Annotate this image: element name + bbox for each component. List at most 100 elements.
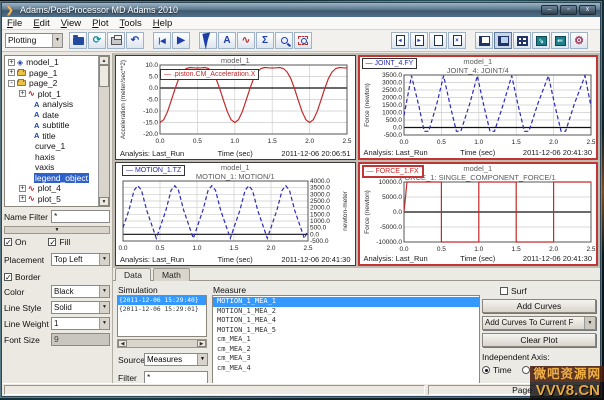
layout-grid-2x2-button[interactable] [513, 32, 531, 49]
tree-item-plot_1[interactable]: +∿plot_1 [6, 89, 97, 100]
settings-gear-button[interactable]: ⚙ [570, 32, 588, 49]
menu-file[interactable]: File [7, 18, 22, 29]
print-button[interactable] [107, 32, 125, 49]
page-next-button[interactable]: ▸ [410, 32, 428, 49]
mode-dropdown[interactable]: Plotting ▼ [5, 33, 63, 48]
measure-item[interactable]: cm_MEA_2 [213, 345, 479, 355]
layout-import-button[interactable]: ⇘ [532, 32, 550, 49]
undo-curve-button[interactable]: ↶ [126, 32, 144, 49]
page-delete-button[interactable]: × [448, 32, 466, 49]
measure-item[interactable]: MOTION_1_MEA_1 [213, 297, 479, 307]
scroll-thumb[interactable] [99, 65, 109, 87]
color-dropdown[interactable]: Black ▼ [51, 285, 110, 298]
data-radio[interactable] [522, 366, 530, 374]
clear-plot-button[interactable]: Clear Plot [482, 333, 596, 347]
chevron-down-icon[interactable]: ▼ [584, 317, 595, 329]
tab-math[interactable]: Math [153, 268, 190, 281]
chevron-down-icon[interactable]: ▼ [99, 302, 109, 313]
fill-checkbox[interactable]: ✓ [48, 238, 56, 246]
zoom-area-button[interactable] [294, 32, 312, 49]
measure-item[interactable]: cm_MEA_1 [213, 335, 479, 345]
tree-item-subtitle[interactable]: Asubtitle [6, 120, 97, 131]
minimize-button[interactable]: – [541, 5, 558, 15]
close-button[interactable]: x [579, 5, 596, 15]
scroll-right-icon[interactable]: ▶ [197, 340, 206, 347]
tree-item-analysis[interactable]: Aanalysis [6, 99, 97, 110]
simulation-item[interactable]: {2011-12-06 15:29:01} [118, 305, 206, 314]
tree-expander-icon[interactable]: - [8, 80, 15, 87]
page-new-button[interactable] [429, 32, 447, 49]
border-checkbox[interactable]: ✓ [4, 273, 12, 281]
menu-plot[interactable]: Plot [92, 18, 108, 29]
curve-edit-button[interactable]: ∿ [237, 32, 255, 49]
layout-single-button[interactable] [475, 32, 493, 49]
animation-play-button[interactable]: ▶ [172, 32, 190, 49]
tree-item-model_1[interactable]: +◈model_1 [6, 57, 97, 68]
menu-edit[interactable]: Edit [33, 18, 49, 29]
chevron-down-icon[interactable]: ▼ [99, 254, 109, 265]
zoom-select-button[interactable] [275, 32, 293, 49]
curve-MOTION_1.TZ[interactable] [123, 185, 308, 238]
tree-item-plot_4[interactable]: +∿plot_4 [6, 183, 97, 194]
chevron-down-icon[interactable]: ▼ [99, 318, 109, 329]
tree-item-plot_6[interactable]: +∿plot_6 [6, 204, 97, 207]
tree-item-date[interactable]: Adate [6, 110, 97, 121]
source-dropdown[interactable]: Measures ▼ [144, 353, 208, 366]
tree-item-title[interactable]: Atitle [6, 131, 97, 142]
tree-expander-icon[interactable]: + [8, 59, 15, 66]
scroll-down-icon[interactable]: ▼ [99, 197, 109, 206]
tree-item-page_1[interactable]: +page_1 [6, 68, 97, 79]
layout-export-button[interactable]: ⇚ [551, 32, 569, 49]
tree-expander-icon[interactable]: + [8, 69, 15, 76]
menu-help[interactable]: Help [153, 18, 173, 29]
tree-expander-icon[interactable]: + [19, 90, 26, 97]
plot-legend[interactable]: — FORCE_1.FX [362, 165, 424, 178]
tree-vscrollbar[interactable]: ▲▼ [98, 56, 109, 206]
line-style-dropdown[interactable]: Solid ▼ [51, 301, 110, 314]
surf-checkbox[interactable] [500, 287, 508, 295]
plot-legend[interactable]: — JOINT_4.FY [362, 58, 418, 69]
chevron-down-icon[interactable]: ▼ [197, 354, 207, 365]
plot-viewport-4[interactable]: model_1FORCE_1: SINGLE_COMPONENT_FORCE/1… [358, 162, 599, 267]
tree-item-vaxis[interactable]: vaxis [6, 162, 97, 173]
measure-item[interactable]: MOTION_1_MEA_2 [213, 307, 479, 317]
simulation-hscrollbar[interactable]: ◀ ▶ [117, 339, 207, 348]
scroll-up-icon[interactable]: ▲ [99, 56, 109, 65]
plot-viewport-2[interactable]: model_1JOINT_4: JOINT/40.00.51.01.52.02.… [358, 55, 599, 160]
tree-item-curve_1[interactable]: curve_1 [6, 141, 97, 152]
menu-view[interactable]: View [61, 18, 81, 29]
measure-item[interactable]: cm_MEA_4 [213, 364, 479, 374]
tree-expander-icon[interactable]: + [19, 185, 26, 192]
add-curves-to-current-dropdown[interactable]: Add Curves To Current F ▼ [482, 316, 596, 330]
time-radio[interactable] [482, 366, 490, 374]
maximize-button[interactable]: ▫ [560, 5, 577, 15]
curve-JOINT_4.FY[interactable] [404, 76, 591, 132]
reload-button[interactable]: ⟳ [88, 32, 106, 49]
tree-item-legend_object[interactable]: legend_object [6, 173, 97, 184]
plot-viewport-3[interactable]: model_1MOTION_1: MOTION/10.00.51.01.52.0… [115, 162, 356, 267]
tab-data[interactable]: Data [115, 268, 151, 281]
tree-item-page_2[interactable]: -page_2 [6, 78, 97, 89]
line-weight-dropdown[interactable]: 1 ▼ [51, 317, 110, 330]
pointer-tool-button[interactable] [199, 32, 217, 49]
simulation-item[interactable]: {2011-12-06 15:29:40} [118, 296, 206, 305]
collapse-properties-button[interactable]: ▼ [4, 226, 110, 234]
layout-wide-button[interactable] [494, 32, 512, 49]
scroll-left-icon[interactable]: ◀ [118, 340, 127, 347]
animation-first-frame-button[interactable]: |◀ [153, 32, 171, 49]
page-previous-button[interactable]: ◂ [391, 32, 409, 49]
measure-item[interactable]: MOTION_1_MEA_5 [213, 326, 479, 336]
tree-item-plot_5[interactable]: +∿plot_5 [6, 194, 97, 205]
tree-expander-icon[interactable]: + [19, 206, 26, 207]
tree-item-haxis[interactable]: haxis [6, 152, 97, 163]
measure-item[interactable]: cm_MEA_3 [213, 354, 479, 364]
name-filter-input[interactable]: * [51, 210, 110, 223]
plot-legend[interactable]: — MOTION_1.TZ [122, 165, 185, 176]
chevron-down-icon[interactable]: ▼ [99, 286, 109, 297]
plot-legend[interactable]: — .piston.CM_Acceleration.X [160, 69, 259, 80]
measure-item[interactable]: MOTION_1_MEA_4 [213, 316, 479, 326]
menu-tools[interactable]: Tools [120, 18, 142, 29]
open-file-button[interactable] [69, 32, 87, 49]
chevron-down-icon[interactable]: ▼ [52, 34, 62, 47]
placement-dropdown[interactable]: Top Left ▼ [51, 253, 110, 266]
